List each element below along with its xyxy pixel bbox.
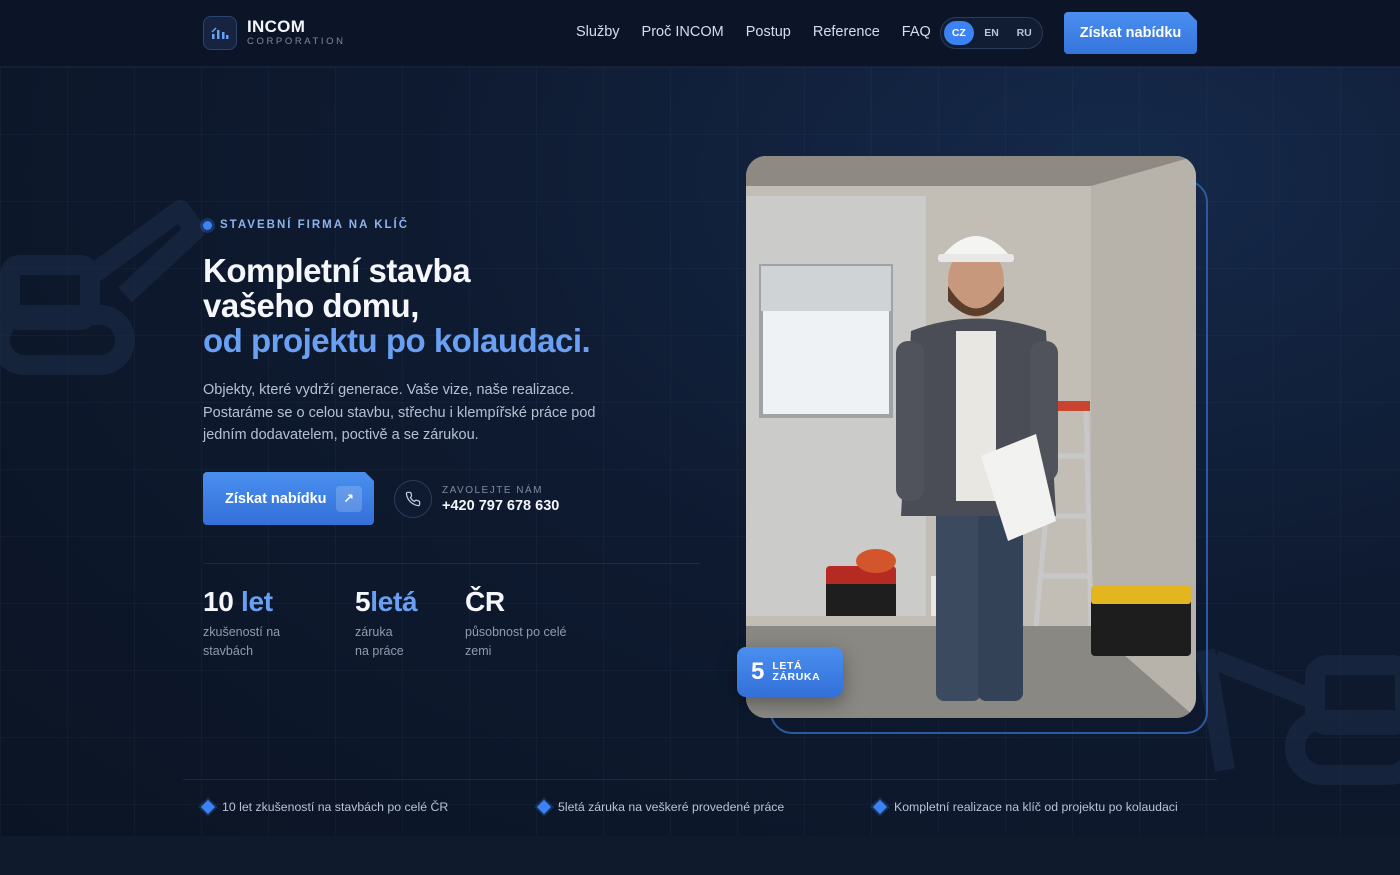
diamond-icon bbox=[200, 799, 216, 815]
stat-experience-highlight: let bbox=[233, 586, 273, 617]
language-switcher: CZ EN RU bbox=[940, 17, 1043, 49]
header-get-offer-button[interactable]: Získat nabídku bbox=[1064, 12, 1197, 54]
nav-item-sluzby[interactable]: Služby bbox=[576, 24, 620, 40]
hero-get-offer-button[interactable]: Získat nabídku ↗ bbox=[203, 472, 374, 525]
hero-photo-builder bbox=[746, 156, 1196, 718]
hero-lead: Objekty, které vydrží generace. Vaše viz… bbox=[203, 382, 596, 443]
brand-subtitle: CORPORATION bbox=[247, 36, 346, 47]
eyebrow-dot-icon bbox=[203, 220, 212, 230]
phone-number: +420 797 678 630 bbox=[442, 497, 560, 514]
brand-name: INCOM bbox=[247, 17, 306, 36]
diamond-icon bbox=[872, 799, 888, 815]
lang-en-button[interactable]: EN bbox=[977, 21, 1007, 45]
hero-title-accent: od projektu po kolaudaci. bbox=[203, 322, 591, 359]
stat-experience-line1: zkušeností na bbox=[203, 625, 281, 639]
landing-page: INCOM CORPORATION Služby Proč INCOM Post… bbox=[0, 0, 1400, 875]
feature-text: 10 let zkušeností na stavbách po celé ČR bbox=[222, 800, 449, 814]
site-header: INCOM CORPORATION Služby Proč INCOM Post… bbox=[0, 0, 1400, 67]
stat-coverage-line1: působnost po celé bbox=[465, 625, 567, 639]
logo[interactable]: INCOM CORPORATION bbox=[203, 16, 346, 50]
warranty-badge-number: 5 bbox=[751, 658, 765, 685]
stat-warranty-line2: na práce bbox=[355, 644, 404, 658]
warranty-badge: 5 LETÁ ZÁRUKA bbox=[737, 647, 843, 697]
excavator-left-icon bbox=[0, 200, 205, 375]
warranty-badge-line1: LETÁ bbox=[772, 659, 803, 672]
hero-title-line1: Kompletní stavba bbox=[203, 252, 471, 289]
hero-title: Kompletní stavba vašeho domu, od projekt… bbox=[203, 252, 591, 359]
arrow-up-right-icon: ↗ bbox=[336, 486, 362, 512]
features-divider bbox=[183, 779, 1217, 780]
logo-mark-icon bbox=[203, 16, 237, 50]
nav-item-reference[interactable]: Reference bbox=[813, 24, 880, 40]
feature-text: 5letá záruka na veškeré provedené práce bbox=[558, 800, 785, 814]
stat-coverage-line2: zemi bbox=[465, 644, 492, 658]
feature-item: 10 let zkušeností na stavbách po celé ČR bbox=[200, 799, 449, 815]
eyebrow-text: STAVEBNÍ FIRMA NA KLÍČ bbox=[220, 219, 410, 231]
nav-item-postup[interactable]: Postup bbox=[746, 24, 791, 40]
stats-divider bbox=[203, 563, 700, 564]
hero-eyebrow: STAVEBNÍ FIRMA NA KLÍČ bbox=[203, 219, 409, 231]
stat-warranty-line1: záruka bbox=[355, 625, 393, 639]
stat-experience-value: 10 bbox=[203, 586, 234, 617]
nav-item-faq[interactable]: FAQ bbox=[902, 24, 931, 40]
phone-contact[interactable]: ZAVOLEJTE NÁM +420 797 678 630 bbox=[394, 480, 559, 518]
phone-icon bbox=[394, 480, 432, 518]
warranty-badge-line2: ZÁRUKA bbox=[772, 671, 821, 683]
diamond-icon bbox=[536, 799, 552, 815]
phone-label: ZAVOLEJTE NÁM bbox=[442, 484, 543, 496]
hero-title-line2: vašeho domu, bbox=[203, 287, 419, 324]
next-section-edge bbox=[0, 836, 1400, 875]
stat-warranty-value: 5 bbox=[355, 586, 371, 617]
hero-cta-label: Získat nabídku bbox=[225, 490, 327, 507]
stat-warranty-highlight: letá bbox=[370, 586, 418, 617]
main-nav: Služby Proč INCOM Postup Reference FAQ bbox=[576, 24, 931, 40]
feature-text: Kompletní realizace na klíč od projektu … bbox=[894, 800, 1178, 814]
feature-item: Kompletní realizace na klíč od projektu … bbox=[872, 799, 1178, 815]
stat-experience: 10 let zkušeností na stavbách bbox=[203, 586, 313, 661]
lang-ru-button[interactable]: RU bbox=[1009, 21, 1039, 45]
lang-cz-button[interactable]: CZ bbox=[944, 21, 974, 45]
nav-item-proc-incom[interactable]: Proč INCOM bbox=[642, 24, 724, 40]
stat-coverage-value: ČR bbox=[465, 586, 505, 617]
feature-item: 5letá záruka na veškeré provedené práce bbox=[536, 799, 785, 815]
stat-coverage: ČR působnost po celé zemi bbox=[465, 586, 575, 661]
stat-experience-line2: stavbách bbox=[203, 644, 254, 658]
builder-illustration bbox=[746, 156, 1196, 718]
stat-warranty: 5letá záruka na práce bbox=[355, 586, 465, 661]
excavator-right-icon bbox=[1195, 648, 1400, 785]
